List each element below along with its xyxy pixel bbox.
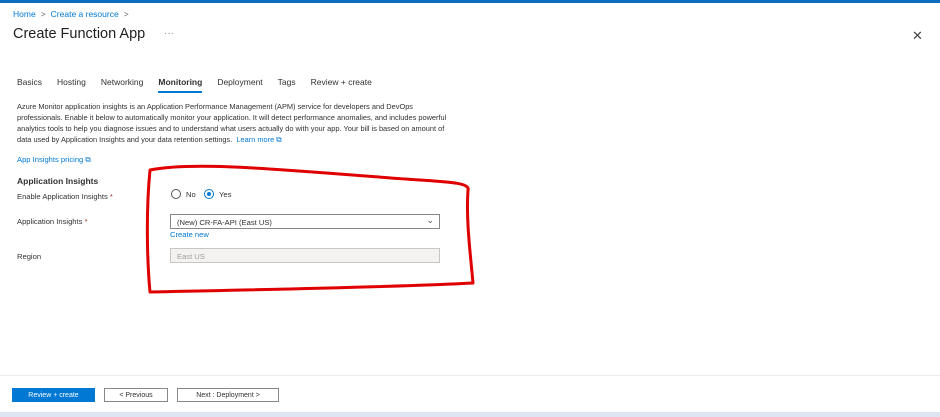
previous-button[interactable]: < Previous [104, 388, 168, 402]
red-annotation-outline [145, 164, 475, 294]
review-create-button[interactable]: Review + create [12, 388, 95, 402]
bottom-bar [0, 412, 940, 417]
next-deployment-button[interactable]: Next : Deployment > [177, 388, 279, 402]
